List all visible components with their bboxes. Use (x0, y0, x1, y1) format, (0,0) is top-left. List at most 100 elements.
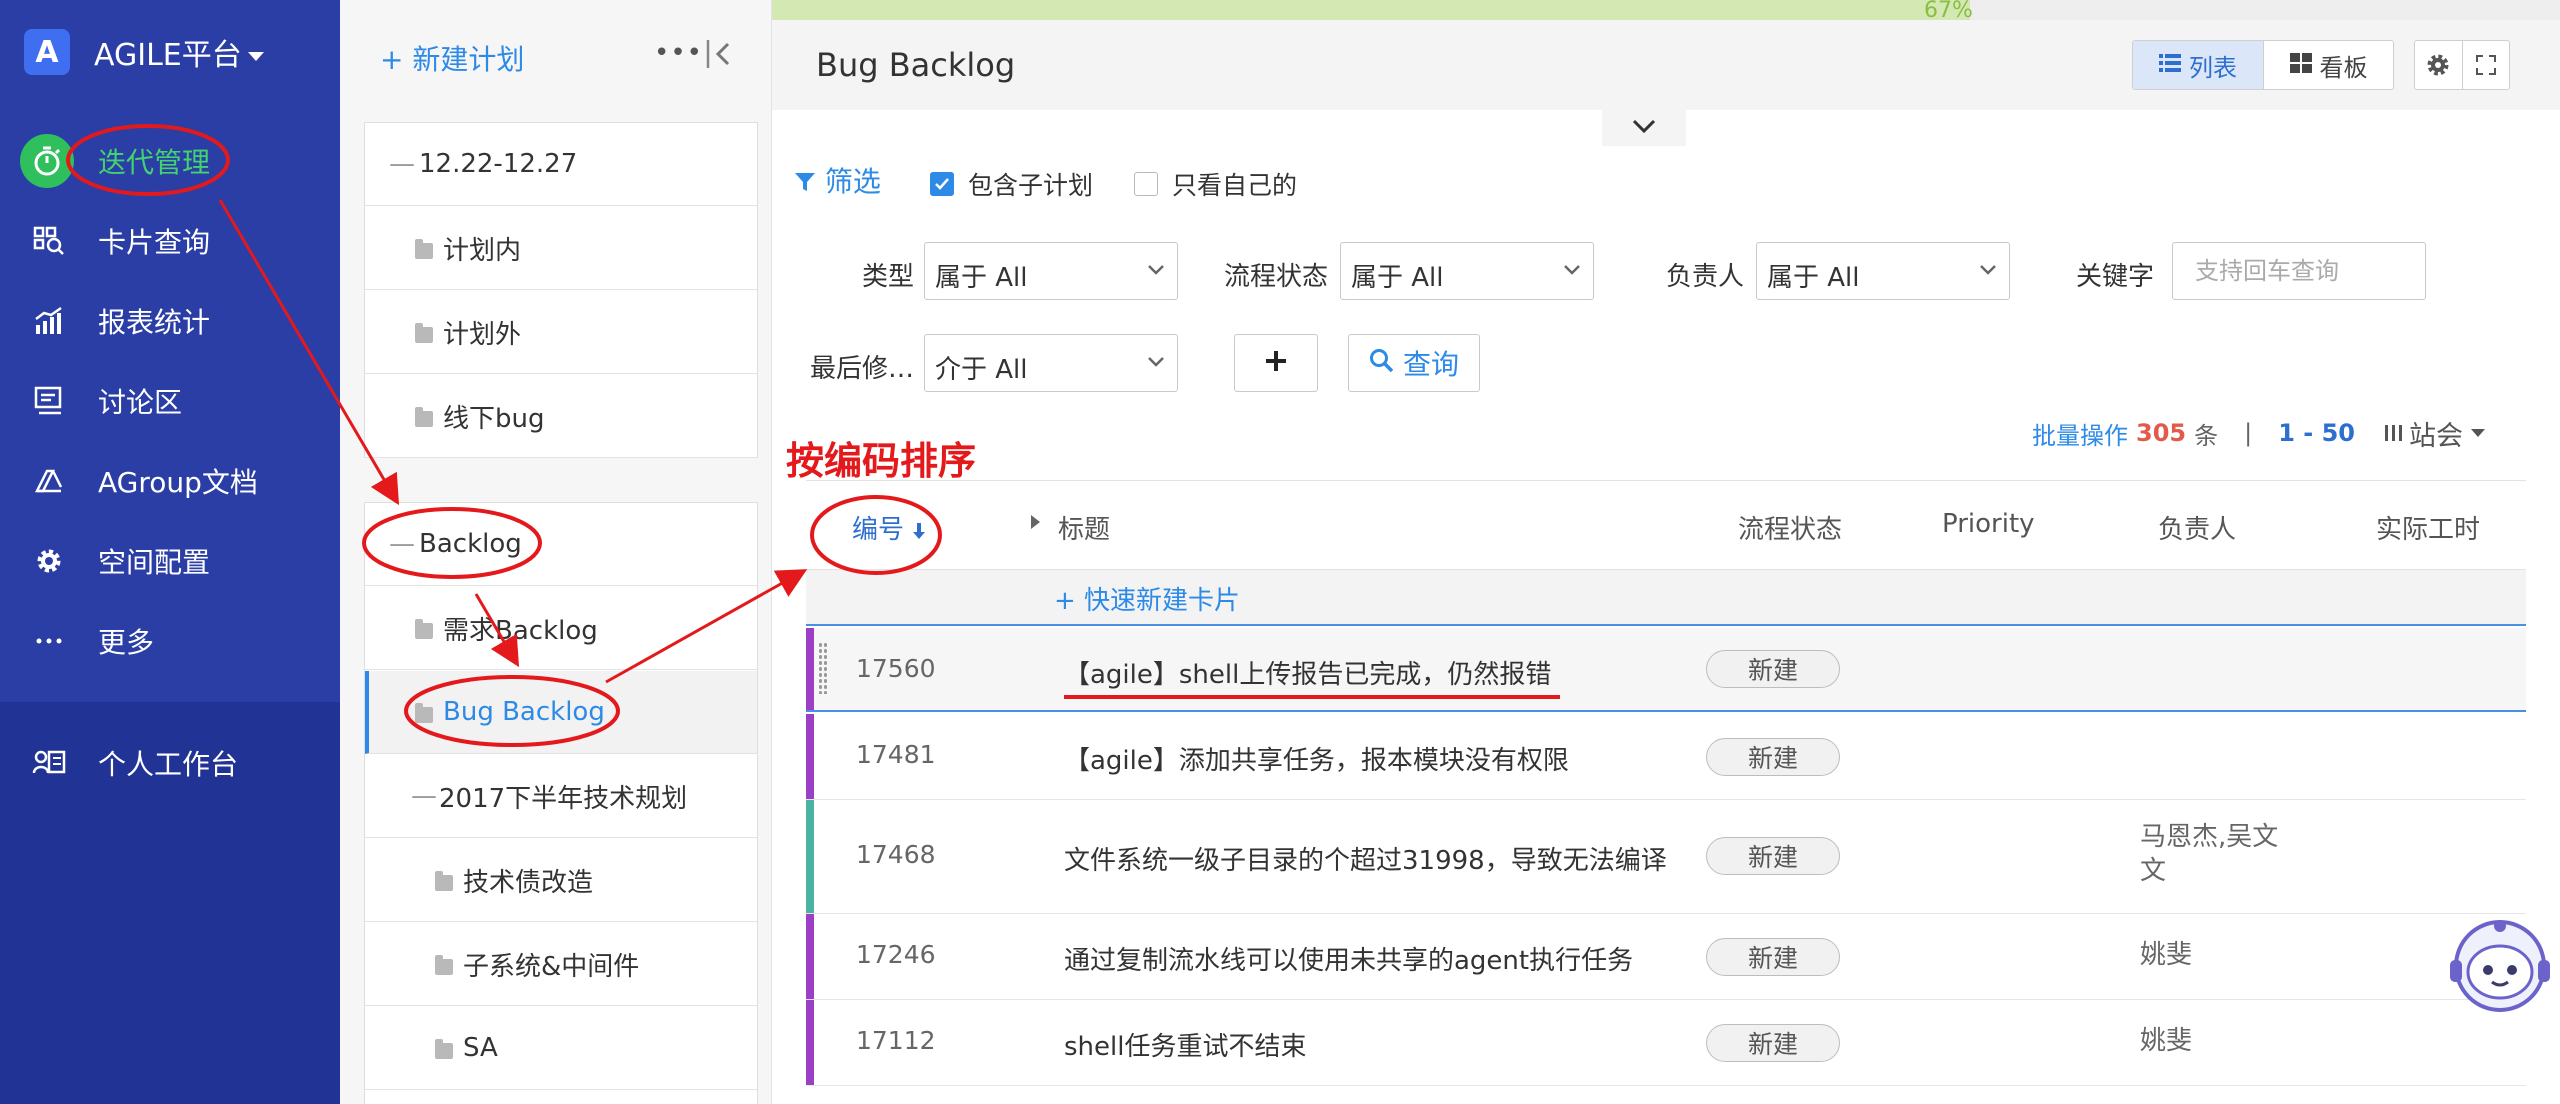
column-header-title[interactable]: 标题 (1058, 509, 1110, 546)
plan-item-backlog[interactable]: — Backlog (365, 503, 757, 586)
expand-all-icon[interactable] (1028, 509, 1042, 539)
owner-select[interactable]: 属于 All (1756, 242, 2010, 300)
plan-panel: + 新建计划 ••• — 12.22-12.27 计划内 计划外 线下bug —… (340, 0, 772, 1104)
only-mine-checkbox[interactable]: 只看自己的 (1134, 166, 1297, 202)
row-status-badge[interactable]: 新建 (1706, 738, 1840, 776)
table-row[interactable]: 17246 通过复制流水线可以使用未共享的agent执行任务 新建 姚斐 (806, 914, 2526, 1000)
list-view-button[interactable]: 列表 (2133, 41, 2263, 89)
table-row[interactable]: 17468 文件系统一级子目录的个超过31998，导致无法编译 新建 马恩杰,吴… (806, 800, 2526, 914)
nav-label: 报表统计 (98, 306, 211, 339)
nav-item-reports[interactable]: 报表统计 (0, 288, 340, 354)
plus-icon (1265, 350, 1287, 376)
nav-item-workspace[interactable]: 个人工作台 (0, 730, 340, 796)
brand[interactable]: A AGILE平台 (24, 28, 264, 76)
row-status-badge[interactable]: 新建 (1706, 650, 1840, 688)
checkbox-checked-icon[interactable] (930, 172, 954, 196)
nav-item-agroup-docs[interactable]: AGroup文档 (0, 448, 340, 514)
chevron-down-icon (1561, 259, 1583, 281)
plan-item-requirement-backlog[interactable]: 需求Backlog (365, 587, 757, 670)
row-id[interactable]: 17468 (856, 840, 936, 869)
row-title[interactable]: 【agile】添加共享任务，报本模块没有权限 (1064, 740, 1569, 777)
row-title[interactable]: 【agile】shell上传报告已完成，仍然报错 (1064, 654, 1551, 691)
nav-item-card-search[interactable]: 卡片查询 (0, 208, 340, 274)
batch-operation-link[interactable]: 批量操作 (2032, 416, 2128, 451)
row-status-badge[interactable]: 新建 (1706, 1024, 1840, 1062)
include-subplan-checkbox[interactable]: 包含子计划 (930, 166, 1093, 202)
plan-item-tech-plan-2017[interactable]: — 2017下半年技术规划 (365, 755, 757, 838)
checkbox-empty-icon[interactable] (1134, 172, 1158, 196)
chevron-down-icon (1977, 259, 1999, 281)
settings-gear-icon[interactable] (2415, 41, 2462, 89)
fullscreen-icon[interactable] (2461, 41, 2509, 89)
collapse-panel-icon[interactable] (704, 36, 738, 72)
drag-handle-icon[interactable] (818, 642, 828, 694)
quick-create-card-button[interactable]: + 快速新建卡片 (806, 570, 2526, 626)
plan-item-bug-backlog[interactable]: Bug Backlog (365, 671, 757, 754)
stopwatch-icon (20, 134, 74, 188)
batch-toolbar: 批量操作 305 条 | 1 - 50 站会 (2032, 414, 2485, 453)
column-header-flow-status[interactable]: 流程状态 (1738, 509, 1842, 546)
plan-item-offline-bug[interactable]: 线下bug (365, 375, 757, 458)
new-plan-button[interactable]: + 新建计划 (380, 38, 524, 78)
standup-label: 站会 (2408, 420, 2463, 452)
more-options-icon[interactable]: ••• (654, 38, 703, 68)
table-row[interactable]: 17481 【agile】添加共享任务，报本模块没有权限 新建 (806, 714, 2526, 800)
document-icon (32, 464, 66, 498)
nav-item-space-config[interactable]: 空间配置 (0, 528, 340, 594)
row-id[interactable]: 17246 (856, 940, 936, 969)
folder-icon (415, 703, 433, 723)
plan-item-iteration-range[interactable]: — 12.22-12.27 (365, 123, 757, 206)
row-id[interactable]: 17560 (856, 654, 936, 683)
plan-item-label: Bug Backlog (443, 697, 605, 727)
row-title[interactable]: 通过复制流水线可以使用未共享的agent执行任务 (1064, 940, 1633, 977)
flow-status-select[interactable]: 属于 All (1340, 242, 1594, 300)
last-modified-select[interactable]: 介于 All (924, 334, 1178, 392)
plan-item-subsystem[interactable]: 子系统&中间件 (365, 923, 757, 1006)
add-filter-button[interactable] (1234, 334, 1318, 392)
nav-item-iteration[interactable]: 迭代管理 (0, 128, 340, 194)
gear-icon (32, 544, 66, 578)
column-header-owner[interactable]: 负责人 (2158, 509, 2236, 546)
plan-item-label: 12.22-12.27 (419, 149, 578, 179)
row-title[interactable]: 文件系统一级子目录的个超过31998，导致无法编译 (1064, 840, 1667, 877)
table-row[interactable]: 17112 shell任务重试不结束 新建 姚斐 (806, 1000, 2526, 1086)
row-title[interactable]: shell任务重试不结束 (1064, 1026, 1306, 1063)
type-select[interactable]: 属于 All (924, 242, 1178, 300)
standup-dropdown[interactable]: 站会 (2384, 414, 2485, 453)
chevron-down-icon (1145, 351, 1167, 373)
caret-down-icon (2470, 429, 2485, 437)
brand-logo: A (24, 29, 70, 75)
row-owner: 姚斐 (2140, 1026, 2193, 1056)
support-robot-icon[interactable] (2448, 914, 2552, 1018)
row-status-badge[interactable]: 新建 (1706, 938, 1840, 976)
plan-item-in-plan[interactable]: 计划内 (365, 207, 757, 290)
row-id[interactable]: 17112 (856, 1026, 936, 1055)
collapse-minus-icon[interactable]: — (411, 781, 437, 811)
column-header-actual-hours[interactable]: 实际工时 (2376, 509, 2480, 546)
nav-item-more[interactable]: 更多 (0, 608, 340, 674)
pagination-range[interactable]: 1 - 50 (2278, 419, 2355, 447)
board-view-button[interactable]: 看板 (2263, 41, 2393, 89)
collapse-minus-icon[interactable]: — (389, 529, 415, 559)
keyword-input[interactable] (2172, 242, 2426, 300)
column-header-id[interactable]: 编号 (852, 509, 926, 546)
nav-item-discussion[interactable]: 讨论区 (0, 368, 340, 434)
folder-icon (435, 871, 453, 891)
plan-item-tech-debt[interactable]: 技术债改造 (365, 839, 757, 922)
filter-toggle[interactable]: 筛选 (794, 160, 881, 200)
row-status-badge[interactable]: 新建 (1706, 837, 1840, 875)
plan-panel-header: + 新建计划 ••• (340, 0, 772, 112)
discussion-icon (32, 384, 66, 418)
plan-item-sa[interactable]: SA (365, 1007, 757, 1090)
brand-title[interactable]: AGILE平台 (94, 30, 264, 74)
plan-item-out-of-plan[interactable]: 计划外 (365, 291, 757, 374)
filter-collapse-toggle[interactable] (1602, 110, 1686, 146)
query-button[interactable]: 查询 (1348, 334, 1480, 392)
row-id[interactable]: 17481 (856, 740, 936, 769)
table-row[interactable]: 17560 【agile】shell上传报告已完成，仍然报错 新建 (806, 628, 2526, 712)
column-header-priority[interactable]: Priority (1942, 509, 2035, 539)
plan-item-label: 需求Backlog (443, 615, 598, 646)
collapse-minus-icon[interactable]: — (389, 149, 415, 179)
last-modified-select-value: 介于 All (935, 355, 1028, 385)
owner-select-value: 属于 All (1767, 263, 1860, 293)
